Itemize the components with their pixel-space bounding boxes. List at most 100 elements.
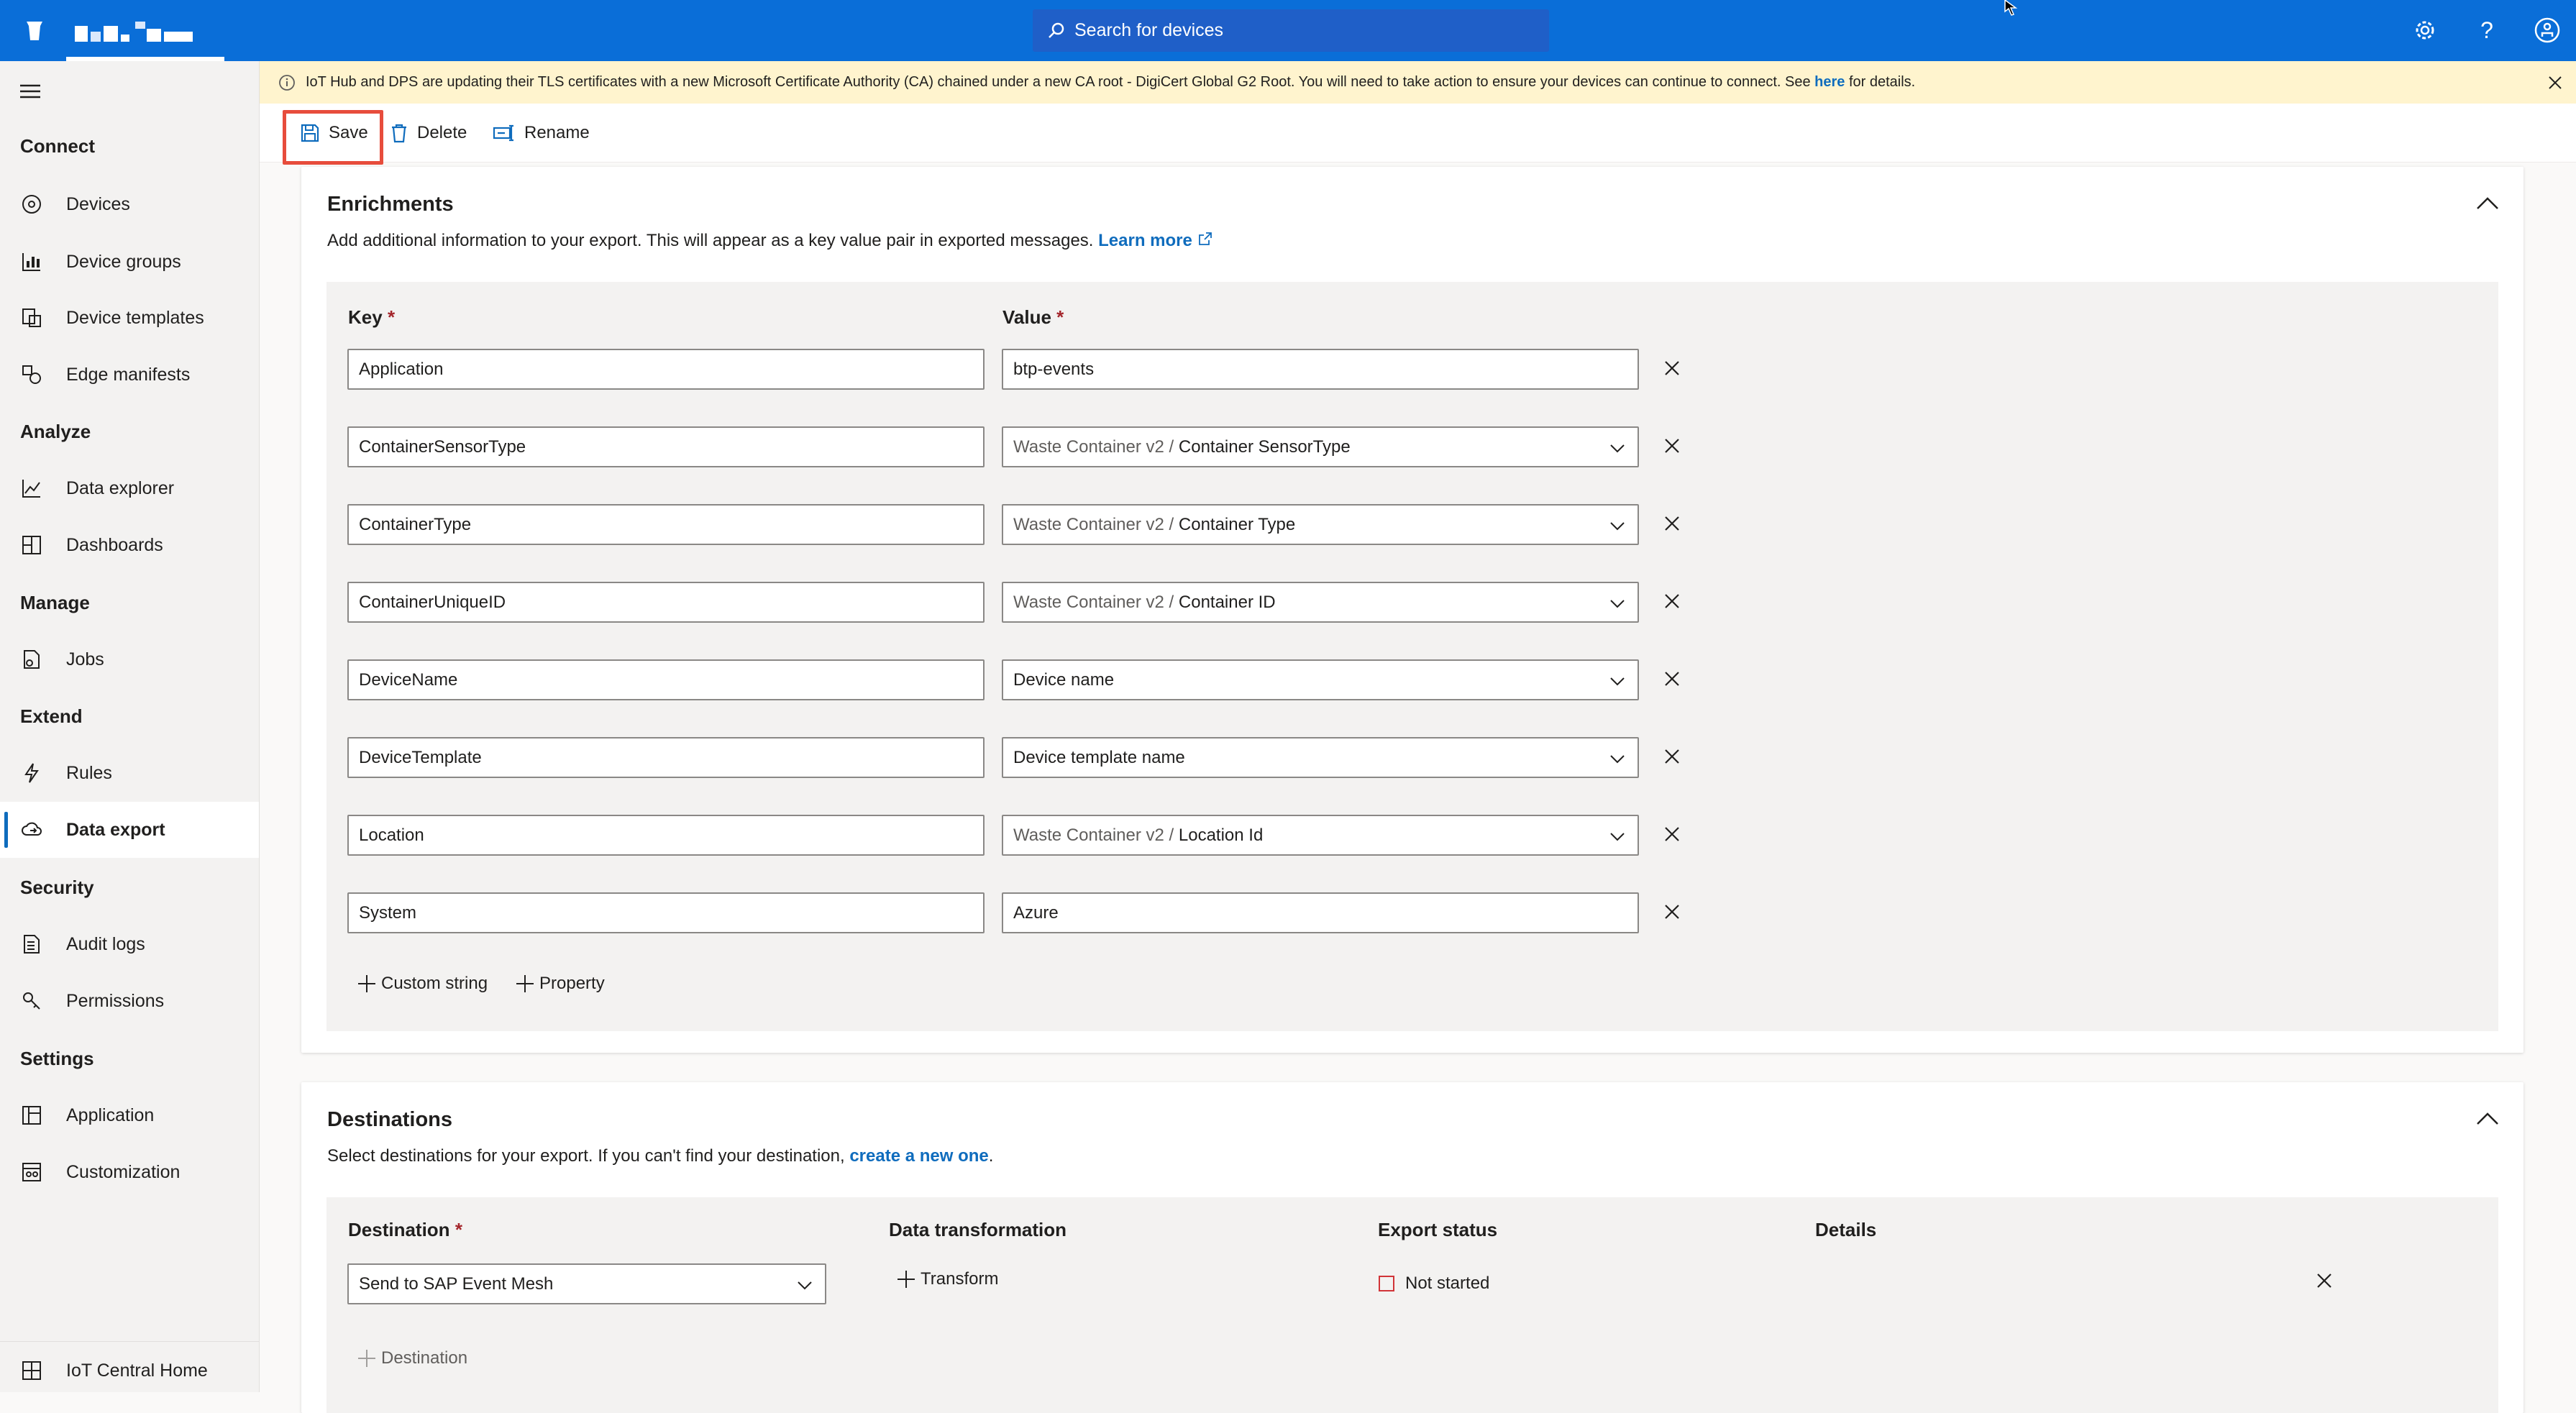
sidebar-item-label: Permissions — [66, 990, 165, 1011]
sidebar-item-iot-central-home[interactable]: IoT Central Home — [0, 1343, 259, 1399]
create-destination-link[interactable]: create a new one — [849, 1146, 988, 1166]
sidebar-item-label: IoT Central Home — [66, 1360, 208, 1381]
sidebar-item-jobs[interactable]: Jobs — [0, 631, 259, 687]
add-destination-button[interactable]: Destination — [357, 1348, 467, 1368]
sidebar-item-permissions[interactable]: Permissions — [0, 973, 259, 1029]
required-mark: * — [1056, 306, 1064, 328]
enrichment-value-dropdown[interactable]: Waste Container v2 / Container ID — [1002, 582, 1639, 623]
sidebar-item-audit-logs[interactable]: Audit logs — [0, 916, 259, 972]
trash-icon — [392, 124, 406, 143]
account-icon[interactable] — [2533, 16, 2562, 45]
remove-enrichment-icon[interactable] — [1659, 511, 1685, 536]
rename-button[interactable]: Rename — [493, 104, 590, 163]
enrichment-key-value: DeviceName — [359, 669, 458, 690]
enrichment-value-dropdown[interactable]: Waste Container v2 / Location Id — [1002, 815, 1639, 856]
banner-link[interactable]: here — [1814, 74, 1845, 91]
remove-enrichment-icon[interactable] — [1659, 588, 1685, 614]
add-custom-string-button[interactable]: Custom string — [357, 974, 488, 994]
enrichment-key-input[interactable]: DeviceTemplate — [347, 737, 985, 778]
chevron-down-icon — [1610, 833, 1625, 841]
enrichment-value-input[interactable]: btp-events — [1002, 349, 1639, 390]
search-icon — [1049, 22, 1064, 38]
enrichment-key-input[interactable]: ContainerUniqueID — [347, 582, 985, 623]
chevron-up-icon[interactable] — [2473, 193, 2502, 214]
required-mark: * — [455, 1219, 462, 1240]
sidebar-item-label: Edge manifests — [66, 364, 191, 385]
sidebar-item-data-export[interactable]: Data export — [0, 802, 259, 858]
status-column-header: Export status — [1378, 1219, 1498, 1240]
chevron-up-icon[interactable] — [2473, 1108, 2502, 1130]
sidebar-item-dashboards[interactable]: Dashboards — [0, 517, 259, 573]
sidebar-item-device-templates[interactable]: Device templates — [0, 290, 259, 346]
sidebar-item-rules[interactable]: Rules — [0, 745, 259, 801]
sidebar-group-analyze: Analyze — [20, 421, 91, 442]
rename-icon — [493, 124, 513, 142]
enrichment-value-dropdown[interactable]: Waste Container v2 / Container SensorTyp… — [1002, 426, 1639, 467]
remove-enrichment-icon[interactable] — [1659, 899, 1685, 925]
sidebar-item-application[interactable]: Application — [0, 1087, 259, 1143]
value-prefix: Waste Container v2 / — [1013, 825, 1174, 845]
enrichment-key-input[interactable]: Application — [347, 349, 985, 390]
help-icon[interactable]: ? — [2472, 16, 2501, 45]
enrichment-key-value: ContainerUniqueID — [359, 592, 506, 612]
value-prefix: Waste Container v2 / — [1013, 436, 1174, 457]
remove-enrichment-icon[interactable] — [1659, 821, 1685, 847]
sidebar-item-devices[interactable]: Devices — [0, 176, 259, 232]
enrichment-value-dropdown[interactable]: Device name — [1002, 659, 1639, 700]
sidebar-item-data-explorer[interactable]: Data explorer — [0, 460, 259, 516]
delete-label: Delete — [417, 123, 467, 142]
transform-button[interactable]: Transform — [896, 1269, 998, 1289]
enrichment-value-text: btp-events — [1013, 359, 1095, 379]
app-icon[interactable] — [22, 17, 47, 43]
enrichment-key-input[interactable]: ContainerType — [347, 504, 985, 545]
destinations-table: Destination * Data transformation Export… — [326, 1197, 2498, 1413]
remove-enrichment-icon[interactable] — [1659, 666, 1685, 692]
sidebar-item-label: Devices — [66, 193, 130, 214]
chevron-down-icon — [1610, 522, 1625, 531]
sidebar-item-edge-manifests[interactable]: Edge manifests — [0, 347, 259, 403]
rename-label: Rename — [524, 123, 590, 142]
enrichment-key-input[interactable]: DeviceName — [347, 659, 985, 700]
remove-destination-icon[interactable] — [2311, 1268, 2337, 1294]
remove-enrichment-icon[interactable] — [1659, 744, 1685, 769]
hamburger-icon[interactable] — [19, 83, 42, 100]
customization-icon — [19, 1159, 45, 1185]
devices-icon — [19, 191, 45, 217]
destination-dropdown[interactable]: Send to SAP Event Mesh — [347, 1263, 826, 1304]
remove-enrichment-icon[interactable] — [1659, 433, 1685, 459]
enrichment-value-text: Device template name — [1013, 747, 1185, 767]
gear-icon[interactable] — [2411, 16, 2439, 45]
search-input[interactable]: Search for devices — [1033, 9, 1549, 52]
status-square-icon — [1379, 1276, 1394, 1291]
learn-more-link[interactable]: Learn more — [1098, 231, 1212, 250]
dashboards-icon — [19, 532, 45, 558]
plus-icon — [358, 975, 375, 992]
export-status: Not started — [1378, 1273, 1489, 1294]
enrichment-value-dropdown[interactable]: Device template name — [1002, 737, 1639, 778]
add-property-label: Property — [539, 974, 605, 993]
remove-enrichment-icon[interactable] — [1659, 355, 1685, 381]
sidebar-item-label: Device groups — [66, 251, 181, 272]
enrichment-value-input[interactable]: Azure — [1002, 892, 1639, 933]
chevron-down-icon — [798, 1281, 812, 1290]
enrichment-value-dropdown[interactable]: Waste Container v2 / Container Type — [1002, 504, 1639, 545]
data-export-icon — [19, 817, 45, 843]
required-mark: * — [387, 306, 396, 328]
sidebar-group-extend: Extend — [20, 705, 83, 727]
external-link-icon — [1198, 232, 1212, 245]
enrichment-key-value: System — [359, 902, 417, 923]
sidebar-item-customization[interactable]: Customization — [0, 1144, 259, 1200]
enrichment-key-value: Application — [359, 359, 444, 379]
key-header-text: Key — [348, 306, 383, 328]
delete-button[interactable]: Delete — [390, 104, 467, 163]
enrichment-key-input[interactable]: ContainerSensorType — [347, 426, 985, 467]
add-property-button[interactable]: Property — [515, 974, 605, 994]
value-prefix: Waste Container v2 / — [1013, 592, 1174, 612]
enrichments-description: Add additional information to your expor… — [327, 231, 1213, 251]
sidebar-item-device-groups[interactable]: Device groups — [0, 234, 259, 290]
enrichment-key-input[interactable]: System — [347, 892, 985, 933]
mouse-cursor-icon — [2004, 0, 2022, 17]
enrichments-card: Enrichments Add additional information t… — [301, 167, 2524, 1053]
enrichment-key-input[interactable]: Location — [347, 815, 985, 856]
close-icon[interactable] — [2547, 74, 2564, 91]
